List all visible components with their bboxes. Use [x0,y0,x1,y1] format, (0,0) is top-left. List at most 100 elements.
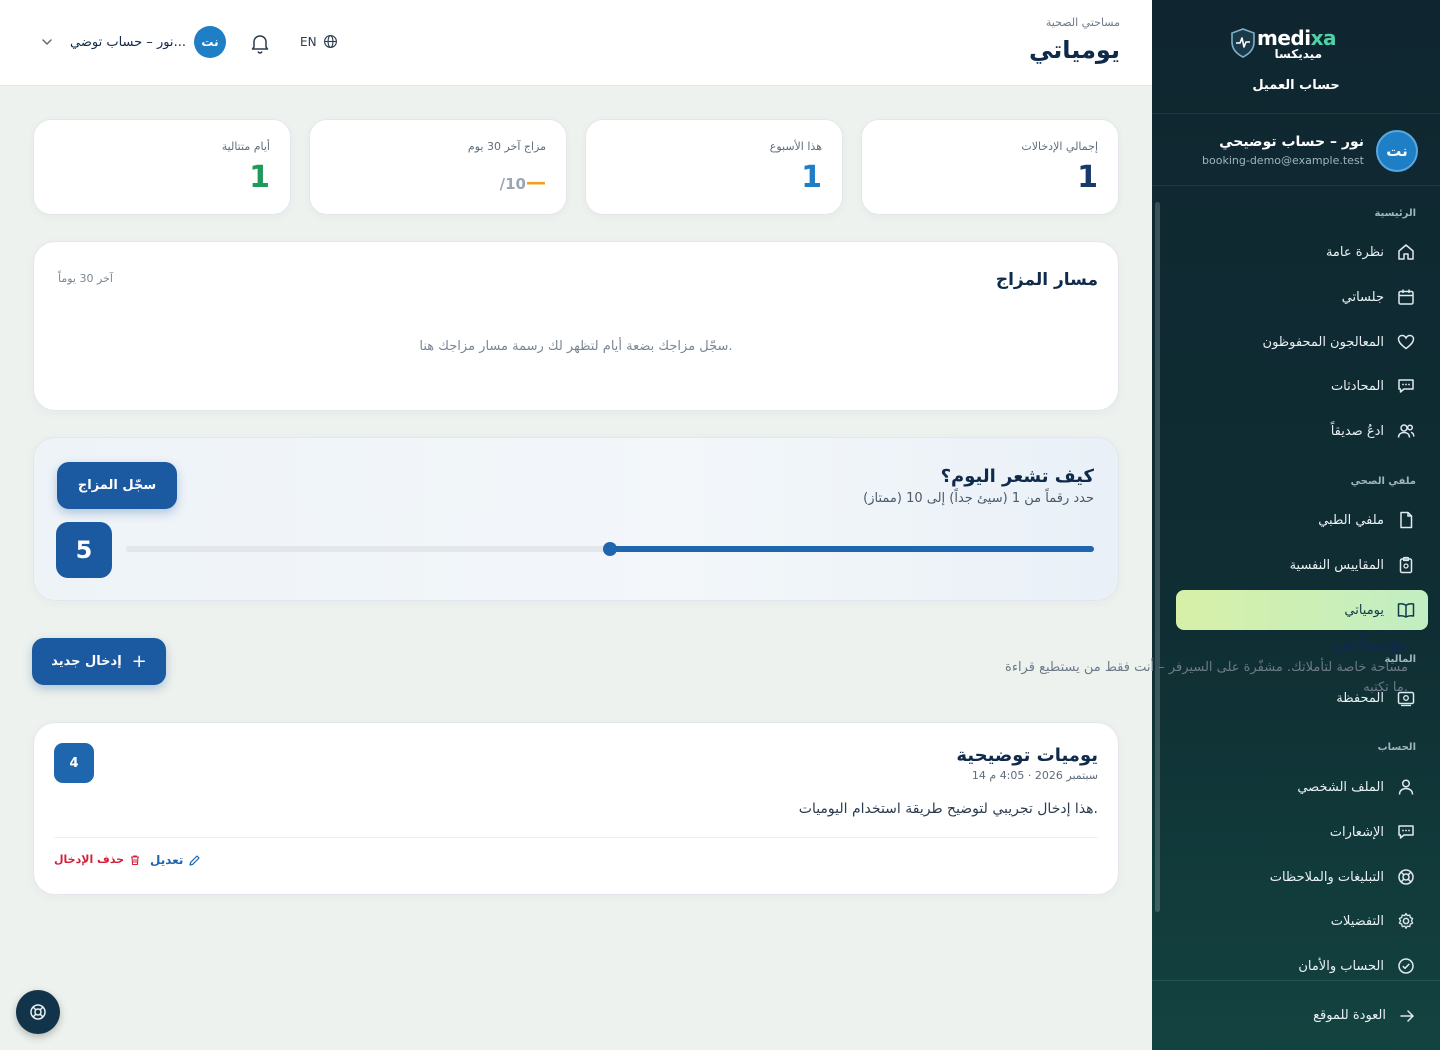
topbar: مساحتي الصحية يومياتي نور – حساب توضي...… [0,0,1152,86]
brand-name-arabic: ميديكسا [1274,47,1322,61]
user-email: booking-demo@example.test [1202,154,1364,167]
journal-entry-card: يوميات توضيحية 14 سبتمبر 2026 · 4:05 م ه… [33,722,1119,895]
mood-value-display: 5 [56,522,112,578]
shield-check-icon [1398,958,1414,974]
stat-label: أيام متتالية [221,140,270,153]
entry-divider [54,837,1098,838]
stat-value: 1 [801,160,822,195]
lifebuoy-icon [1398,869,1414,885]
book-icon [1397,603,1415,618]
user-icon [1398,779,1414,795]
chat-icon [1398,379,1414,393]
avatar[interactable]: نت [1376,130,1418,172]
account-type-label: حساب العميل [1252,78,1340,93]
entry-date: 14 سبتمبر 2026 · 4:05 م [971,769,1098,782]
user-name: نور – حساب توضيحي [1219,134,1364,150]
file-icon [1400,511,1413,529]
user-menu[interactable]: نور – حساب توضي... نت [40,26,226,58]
pencil-icon [189,854,201,866]
stat-total-entries: إجمالي الإدخالات 1 [861,119,1119,215]
sidebar-item-invite-friend[interactable]: ادعُ صديقاً [1176,411,1428,451]
mood-log-card: كيف تشعر اليوم؟ حدد رقماً من 1 (سيئ جداً… [33,437,1119,601]
help-button[interactable] [16,990,60,1034]
stat-value: — [526,170,546,194]
sidebar-item-label: الحساب والأمان [1298,958,1384,974]
trash-icon [131,854,140,865]
sidebar-item-label: الإشعارات [1329,824,1384,840]
message-icon [1398,825,1414,839]
edit-entry-label: تعديل [150,853,184,867]
avatar[interactable]: نت [193,26,226,58]
log-mood-button[interactable]: سجّل المزاج [57,462,177,509]
sidebar-item-preferences[interactable]: التفضيلات [1176,901,1428,941]
sidebar-item-reports[interactable]: التبليغات والملاحظات [1176,857,1428,897]
lifebuoy-icon [30,1004,46,1020]
sidebar-item-label: المحادثات [1330,378,1384,394]
stat-streak-days: أيام متتالية 1 [33,119,291,215]
sidebar-item-label: التبليغات والملاحظات [1269,869,1384,885]
calendar-icon [1398,289,1414,305]
entry-body: هذا إدخال تجريبي لتوضيح طريقة استخدام ال… [798,801,1098,817]
bell-icon[interactable] [248,31,272,55]
sidebar-item-label: نظرة عامة [1325,244,1384,260]
users-icon [1397,424,1415,438]
stat-value: 1 [1077,160,1098,195]
sidebar-item-profile[interactable]: الملف الشخصي [1176,767,1428,807]
sidebar-item-overview[interactable]: نظرة عامة [1176,232,1428,272]
nav-section-main: الرئيسية [1374,208,1416,219]
clipboard-icon [1399,556,1413,574]
delete-entry-label: حذف الإدخال [54,853,125,866]
sidebar-scrollbar[interactable] [1154,196,1160,980]
journal-description: مساحة خاصة لتأملاتك. مشفّرة على السيرفر … [1005,660,1408,675]
stat-this-week: هذا الأسبوع 1 [585,119,843,215]
language-switcher[interactable]: EN [300,34,338,49]
mood-slider-thumb[interactable] [603,542,617,556]
sidebar-item-notifications[interactable]: الإشعارات [1176,812,1428,852]
sidebar-item-saved-therapists[interactable]: المعالجون المحفوظون [1176,322,1428,362]
stat-label: هذا الأسبوع [769,140,822,153]
plus-icon: + [131,650,147,672]
mood-trend-range: آخر 30 يوماً [58,272,113,285]
mood-trend-empty-state: سجّل مزاجك بضعة أيام لتظهر لك رسمة مسار … [419,339,733,354]
gear-icon [1398,912,1414,929]
sidebar-item-label: يومياتي [1344,602,1384,618]
stat-value-group: — /10 [500,170,546,194]
mood-slider[interactable] [126,542,1094,556]
shield-logo-icon [1231,28,1255,58]
stat-suffix: /10 [499,175,526,193]
chevron-down-icon [42,39,52,46]
home-icon [1398,244,1414,260]
sidebar-item-journal[interactable]: يومياتي [1176,590,1428,630]
mood-slider-fill [610,546,1094,552]
stat-value: 1 [249,160,270,195]
page-title: يومياتي [1028,36,1120,64]
language-code: EN [300,34,317,49]
sidebar-item-sessions[interactable]: جلساتي [1176,277,1428,317]
sidebar-item-conversations[interactable]: المحادثات [1176,366,1428,406]
back-to-site-link[interactable]: العودة للموقع [1152,980,1440,1050]
back-to-site-label: العودة للموقع [1313,1008,1386,1023]
mood-trend-card: مسار المزاج آخر 30 يوماً سجّل مزاجك بضعة… [33,241,1119,411]
mood-log-hint: حدد رقماً من 1 (سيئ جداً) إلى 10 (ممتاز) [863,491,1094,506]
new-entry-label: إدخال جديد [51,654,122,669]
sidebar: medixa ميديكسا حساب العميل نت نور – حساب… [1152,0,1440,1050]
journal-description-cont: ما تكتبه. [1363,680,1408,695]
journal-section-title: يومياتي [1332,630,1408,654]
sidebar-item-psych-scales[interactable]: المقاييس النفسية [1176,545,1428,585]
sidebar-item-label: المعالجون المحفوظون [1262,334,1384,350]
edit-entry-button[interactable]: تعديل [150,853,201,867]
nav-section-account: الحساب [1377,742,1416,753]
mood-trend-title: مسار المزاج [995,270,1098,290]
sidebar-user-card[interactable]: نت نور – حساب توضيحي booking-demo@exampl… [1152,114,1440,186]
sidebar-item-label: جلساتي [1341,289,1384,305]
sidebar-nav: الرئيسية نظرة عامة جلساتي المعالجون المح… [1152,196,1440,980]
sidebar-item-label: التفضيلات [1330,913,1384,929]
user-menu-name: نور – حساب توضي... [70,34,186,50]
sidebar-item-medical-file[interactable]: ملفي الطبي [1176,500,1428,540]
delete-entry-button[interactable]: حذف الإدخال [54,853,141,866]
heart-icon [1397,334,1415,350]
sidebar-item-label: الملف الشخصي [1297,779,1384,795]
breadcrumb[interactable]: مساحتي الصحية [1046,16,1120,29]
new-entry-button[interactable]: + إدخال جديد [32,638,166,685]
mood-log-title: كيف تشعر اليوم؟ [940,466,1094,487]
